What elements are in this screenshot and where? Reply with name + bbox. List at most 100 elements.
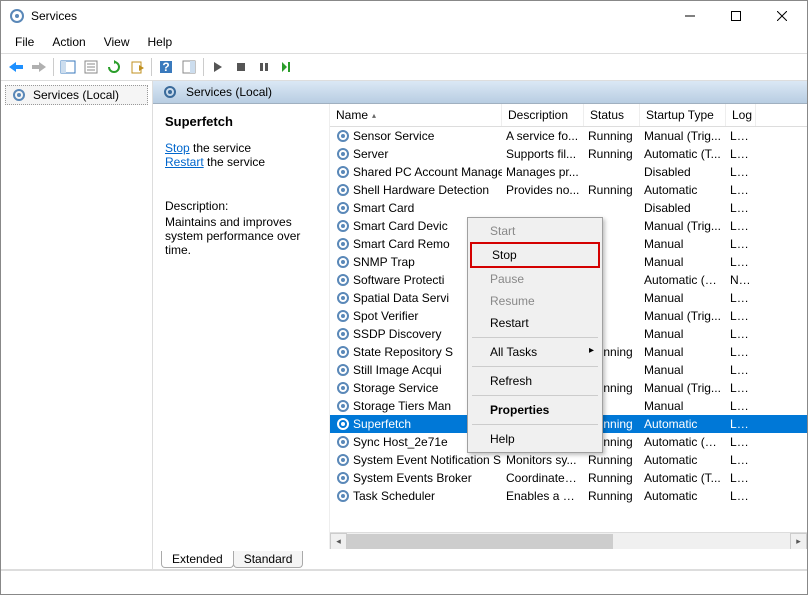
menu-action[interactable]: Action [44,33,93,51]
stop-service-button[interactable] [230,56,252,78]
cell-status: Running [584,471,640,485]
ctx-separator [472,395,598,396]
close-button[interactable] [759,1,805,31]
tree-pane: Services (Local) [1,81,153,569]
ctx-start: Start [470,220,600,242]
horizontal-scrollbar[interactable]: ◂ ▸ [330,532,807,549]
column-status[interactable]: Status [584,104,640,126]
cell-logon: Loc... [726,129,756,143]
toolbar: ? [1,53,807,81]
cell-logon: Loc... [726,165,756,179]
cell-startup: Manual [640,237,726,251]
start-service-button[interactable] [207,56,229,78]
properties-button[interactable] [80,56,102,78]
column-description[interactable]: Description [502,104,584,126]
gear-icon [336,147,350,161]
pane-header-label: Services (Local) [186,85,272,99]
service-row[interactable]: Sensor ServiceA service fo...RunningManu… [330,127,807,145]
cell-logon: Loc... [726,327,756,341]
ctx-separator [472,424,598,425]
service-row[interactable]: Smart CardDisabledLoc... [330,199,807,217]
ctx-pause: Pause [470,268,600,290]
service-row[interactable]: Shell Hardware DetectionProvides no...Ru… [330,181,807,199]
cell-logon: Loc... [726,255,756,269]
gear-icon [336,381,350,395]
description-text: Maintains and improves system performanc… [165,215,317,257]
back-button[interactable] [5,56,27,78]
cell-logon: Loc... [726,237,756,251]
cell-startup: Manual [640,327,726,341]
tab-extended[interactable]: Extended [161,551,234,568]
help-button[interactable]: ? [155,56,177,78]
menu-view[interactable]: View [96,33,138,51]
service-row[interactable]: ServerSupports fil...RunningAutomatic (T… [330,145,807,163]
list-header: Name Description Status Startup Type Log… [330,104,807,127]
scroll-left-button[interactable]: ◂ [330,533,347,550]
stop-link[interactable]: Stop [165,141,190,155]
gear-icon [163,85,177,99]
cell-description: Supports fil... [502,147,584,161]
export-button[interactable] [126,56,148,78]
selected-service-name: Superfetch [165,114,317,129]
gear-icon [336,345,350,359]
cell-logon: Loc... [726,183,756,197]
tree-item-services-local[interactable]: Services (Local) [5,85,148,105]
window-title: Services [31,9,667,23]
cell-name: Server [330,147,502,161]
ctx-all-tasks[interactable]: All Tasks [470,341,600,363]
gear-icon [336,219,350,233]
ctx-restart[interactable]: Restart [470,312,600,334]
column-logon[interactable]: Log On As [726,104,756,126]
action-pane-button[interactable] [178,56,200,78]
menu-help[interactable]: Help [140,33,181,51]
stop-service-link-row: Stop the service [165,141,317,155]
menu-file[interactable]: File [7,33,42,51]
ctx-stop[interactable]: Stop [470,242,600,268]
cell-logon: Loc... [726,309,756,323]
description-label: Description: [165,199,317,213]
gear-icon [336,399,350,413]
service-row[interactable]: Task SchedulerEnables a us...RunningAuto… [330,487,807,505]
show-hide-tree-button[interactable] [57,56,79,78]
cell-logon: Loc... [726,219,756,233]
cell-startup: Manual [640,345,726,359]
restart-service-button[interactable] [276,56,298,78]
cell-logon: Loc... [726,201,756,215]
gear-icon [336,489,350,503]
minimize-button[interactable] [667,1,713,31]
maximize-button[interactable] [713,1,759,31]
cell-startup: Automatic (T... [640,471,726,485]
column-startup-type[interactable]: Startup Type [640,104,726,126]
ctx-properties[interactable]: Properties [470,399,600,421]
cell-name: Shell Hardware Detection [330,183,502,197]
cell-name: Task Scheduler [330,489,502,503]
service-row[interactable]: System Event Notification S...Monitors s… [330,451,807,469]
ctx-refresh[interactable]: Refresh [470,370,600,392]
cell-logon: Loc... [726,399,756,413]
context-menu: Start Stop Pause Resume Restart All Task… [467,217,603,453]
pause-service-button[interactable] [253,56,275,78]
ctx-resume: Resume [470,290,600,312]
ctx-help[interactable]: Help [470,428,600,450]
gear-icon [336,363,350,377]
refresh-button[interactable] [103,56,125,78]
restart-link[interactable]: Restart [165,155,204,169]
column-name[interactable]: Name [330,104,502,126]
cell-startup: Manual [640,363,726,377]
tab-standard[interactable]: Standard [233,551,304,568]
scroll-thumb[interactable] [347,534,613,549]
forward-button[interactable] [28,56,50,78]
service-row[interactable]: Shared PC Account ManagerManages pr...Di… [330,163,807,181]
cell-logon: Loc... [726,417,756,431]
tree-item-label: Services (Local) [33,88,119,102]
cell-name: Sensor Service [330,129,502,143]
cell-startup: Automatic (T... [640,147,726,161]
cell-startup: Manual [640,291,726,305]
scroll-right-button[interactable]: ▸ [790,533,807,550]
gear-icon [12,88,26,102]
service-row[interactable]: System Events BrokerCoordinates...Runnin… [330,469,807,487]
cell-startup: Automatic [640,183,726,197]
cell-startup: Disabled [640,165,726,179]
cell-startup: Automatic [640,417,726,431]
menu-bar: File Action View Help [1,31,807,53]
